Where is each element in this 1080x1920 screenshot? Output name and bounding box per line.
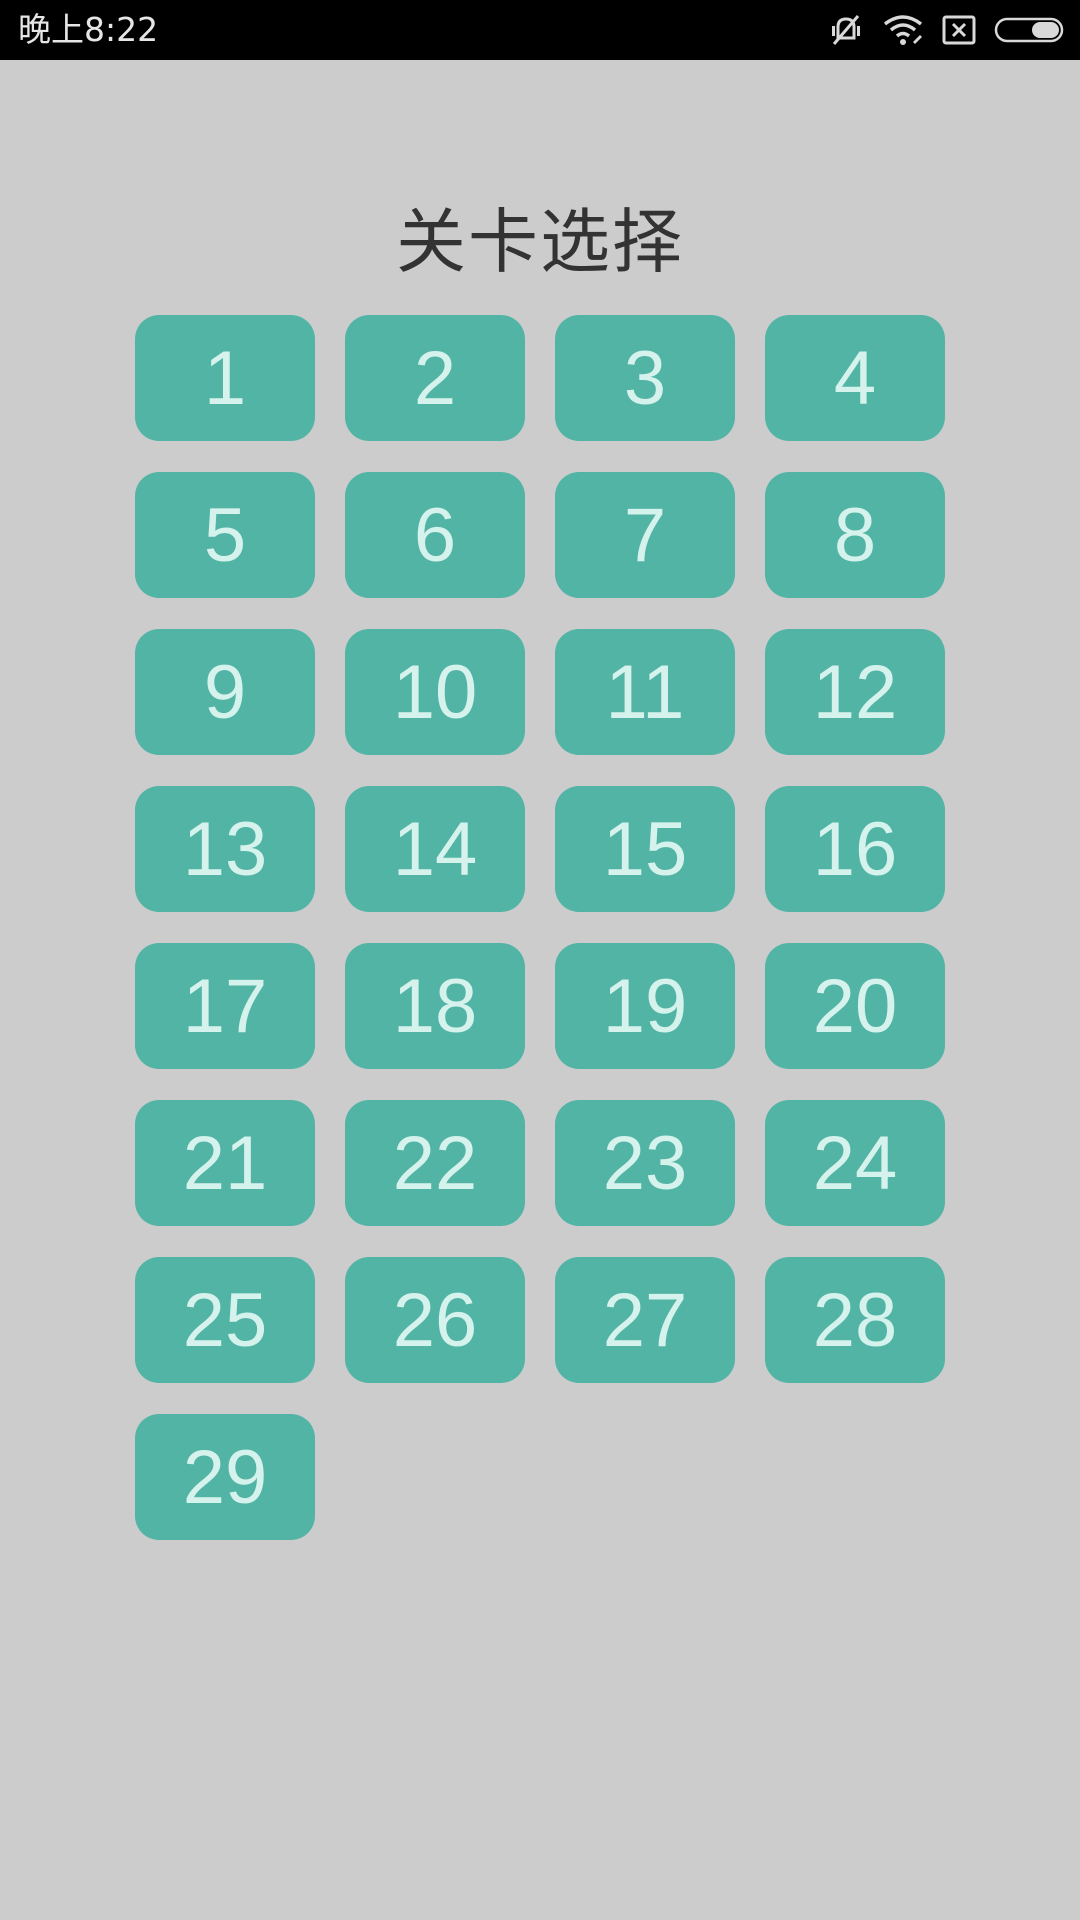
level-button-14[interactable]: 14 bbox=[345, 786, 525, 912]
level-button-22[interactable]: 22 bbox=[345, 1100, 525, 1226]
level-button-17[interactable]: 17 bbox=[135, 943, 315, 1069]
wifi-icon bbox=[882, 12, 924, 48]
page-title: 关卡选择 bbox=[396, 201, 684, 283]
level-button-29[interactable]: 29 bbox=[135, 1414, 315, 1540]
level-button-15[interactable]: 15 bbox=[555, 786, 735, 912]
level-button-8[interactable]: 8 bbox=[765, 472, 945, 598]
level-button-4[interactable]: 4 bbox=[765, 315, 945, 441]
vibrate-off-icon bbox=[828, 12, 864, 48]
level-button-20[interactable]: 20 bbox=[765, 943, 945, 1069]
level-button-7[interactable]: 7 bbox=[555, 472, 735, 598]
level-button-16[interactable]: 16 bbox=[765, 786, 945, 912]
level-button-25[interactable]: 25 bbox=[135, 1257, 315, 1383]
level-button-10[interactable]: 10 bbox=[345, 629, 525, 755]
level-button-1[interactable]: 1 bbox=[135, 315, 315, 441]
level-button-19[interactable]: 19 bbox=[555, 943, 735, 1069]
level-button-9[interactable]: 9 bbox=[135, 629, 315, 755]
status-bar: 晚上8:22 bbox=[0, 0, 1080, 60]
level-button-12[interactable]: 12 bbox=[765, 629, 945, 755]
level-button-11[interactable]: 11 bbox=[555, 629, 735, 755]
level-button-23[interactable]: 23 bbox=[555, 1100, 735, 1226]
level-button-27[interactable]: 27 bbox=[555, 1257, 735, 1383]
battery-icon bbox=[994, 16, 1066, 44]
level-button-5[interactable]: 5 bbox=[135, 472, 315, 598]
level-button-21[interactable]: 21 bbox=[135, 1100, 315, 1226]
level-button-24[interactable]: 24 bbox=[765, 1100, 945, 1226]
level-grid: 1 2 3 4 5 6 7 8 9 10 11 12 13 14 15 16 17 18 19 20 21 22 23 24 2… bbox=[135, 315, 945, 1540]
status-icons bbox=[828, 10, 1066, 50]
level-button-13[interactable]: 13 bbox=[135, 786, 315, 912]
level-button-3[interactable]: 3 bbox=[555, 315, 735, 441]
sim-blocked-icon bbox=[942, 14, 976, 46]
level-button-28[interactable]: 28 bbox=[765, 1257, 945, 1383]
level-button-18[interactable]: 18 bbox=[345, 943, 525, 1069]
level-button-2[interactable]: 2 bbox=[345, 315, 525, 441]
level-button-26[interactable]: 26 bbox=[345, 1257, 525, 1383]
level-button-6[interactable]: 6 bbox=[345, 472, 525, 598]
status-time: 晚上8:22 bbox=[18, 10, 159, 49]
